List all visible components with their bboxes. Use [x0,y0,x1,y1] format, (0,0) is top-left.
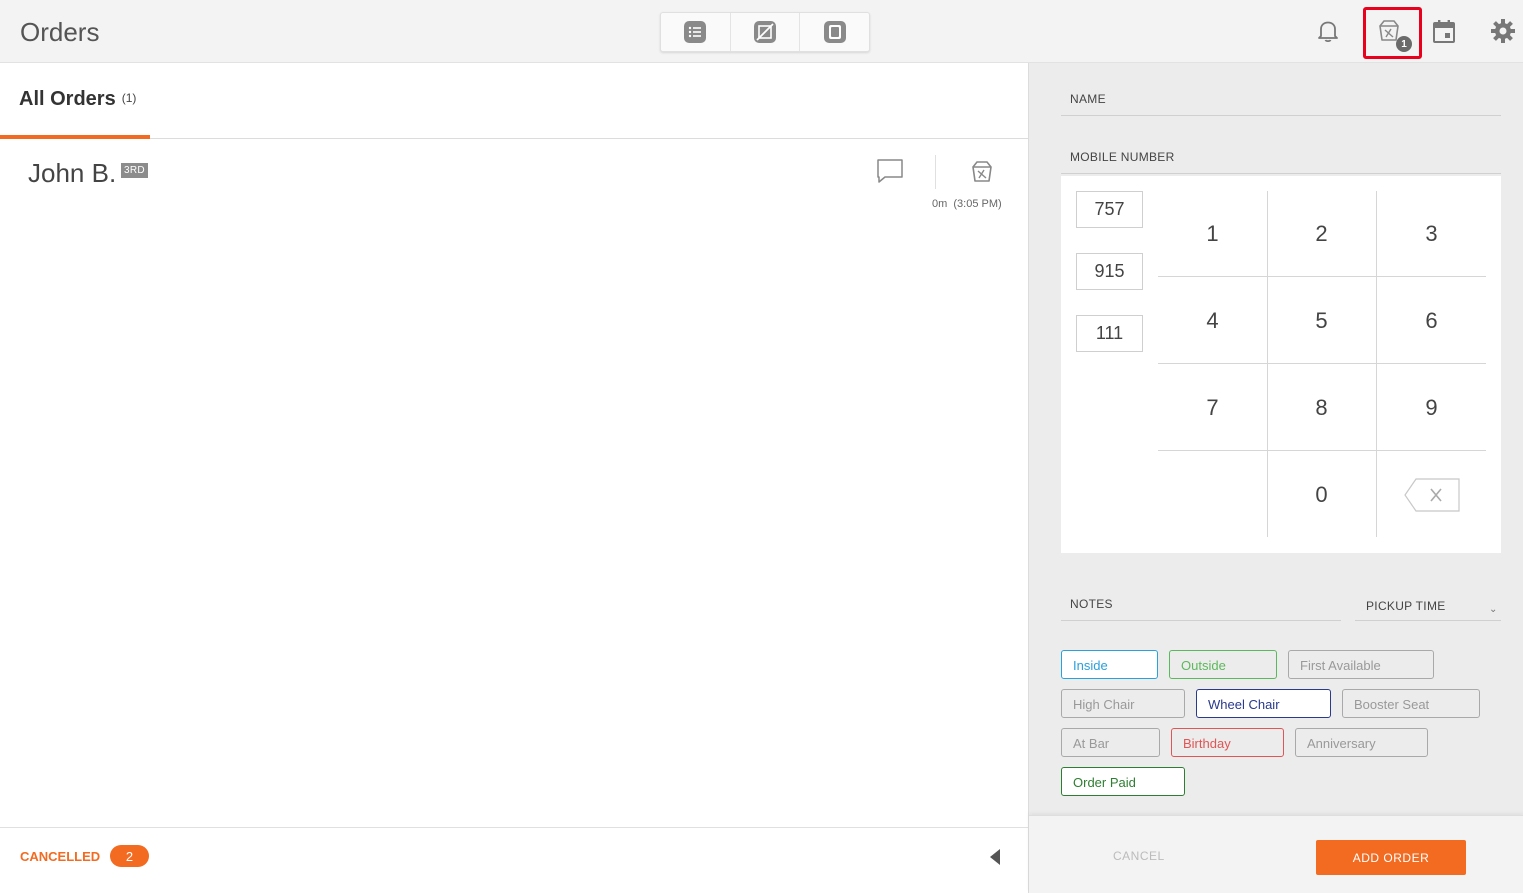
mobile-area-code-field[interactable]: 757 [1076,191,1143,228]
new-order-form: NAME MOBILE NUMBER 757 915 111 1 2 3 4 5… [1028,63,1523,893]
keypad-key-1[interactable]: 1 [1158,190,1267,277]
order-tag-badge: 3RD [121,163,148,178]
settings-button[interactable] [1486,14,1520,48]
notes-label: NOTES [1070,597,1113,611]
keypad-key-9[interactable]: 9 [1377,364,1486,451]
keypad-key-4[interactable]: 4 [1158,277,1267,364]
tab-all-orders-count: (1) [121,91,137,105]
mobile-prefix-field[interactable]: 915 [1076,253,1143,290]
tag-chip-inside[interactable]: Inside [1061,650,1158,679]
order-row[interactable]: John B. 3RD 0m (3:05 PM) [0,140,1028,220]
tag-chip-anniversary[interactable]: Anniversary [1295,728,1428,757]
no-wait-view-button[interactable] [731,13,801,51]
cancel-button[interactable]: CANCEL [1113,849,1165,863]
keypad-key-6[interactable]: 6 [1377,277,1486,364]
list-view-button[interactable] [661,13,731,51]
order-customer-name: John B. [28,158,117,188]
pickup-time-select[interactable] [1355,620,1501,621]
top-bar: Orders 1 [0,0,1523,63]
orders-panel: All Orders (1) John B. 3RD 0m (3:05 PM) C… [0,63,1028,893]
form-footer: CANCEL ADD ORDER [1029,815,1523,893]
tablet-view-button[interactable] [800,13,869,51]
list-view-icon [684,21,707,43]
pickup-bag-icon [972,161,992,182]
backspace-icon [1403,477,1460,512]
pickup-time-label: PICKUP TIME [1366,599,1446,613]
keypad-key-5[interactable]: 5 [1267,277,1376,364]
bell-icon [1318,21,1338,43]
page-title: Orders [20,17,100,47]
row-divider [935,155,936,189]
orders-footer: CANCELLED 2 [0,827,1028,893]
tag-chip-wheel-chair[interactable]: Wheel Chair [1196,689,1331,718]
keypad-key-8[interactable]: 8 [1267,364,1376,451]
tag-chip-order-paid[interactable]: Order Paid [1061,767,1185,796]
tab-all-orders-label: All Orders [19,88,116,110]
cancelled-count-badge[interactable]: 2 [110,845,149,867]
tablet-view-icon [823,21,846,43]
keypad-backspace-key[interactable] [1377,451,1486,538]
add-order-button[interactable]: ADD ORDER [1316,840,1466,875]
calendar-icon [1433,20,1455,43]
keypad-key-0[interactable]: 0 [1267,451,1376,538]
tag-chip-birthday[interactable]: Birthday [1171,728,1284,757]
tag-chip-booster-seat[interactable]: Booster Seat [1342,689,1480,718]
keypad-key-3[interactable]: 3 [1377,190,1486,277]
tag-chip-at-bar[interactable]: At Bar [1061,728,1160,757]
orders-tabs: All Orders (1) [0,63,1028,139]
name-input[interactable] [1061,115,1501,116]
mobile-label: MOBILE NUMBER [1070,150,1175,164]
tab-all-orders[interactable]: All Orders (1) [0,63,150,139]
calendar-button[interactable] [1427,14,1461,48]
notes-input[interactable] [1061,620,1341,621]
keypad-key-2[interactable]: 2 [1267,190,1376,277]
chevron-down-icon[interactable]: ⌄ [1489,604,1497,615]
mobile-underline [1061,173,1501,174]
mobile-line-field[interactable]: 111 [1076,315,1143,352]
pickup-count-badge: 1 [1396,36,1412,52]
cancelled-link[interactable]: CANCELLED [20,849,100,864]
notifications-button[interactable] [1311,14,1345,48]
view-switcher [660,12,870,52]
pickup-orders-button[interactable]: 1 [1372,14,1412,52]
gear-icon [1491,19,1515,43]
no-wait-view-icon [754,21,776,43]
mobile-keypad-card: 757 915 111 1 2 3 4 5 6 7 8 9 0 [1061,176,1501,553]
tag-chip-first-available[interactable]: First Available [1288,650,1434,679]
collapse-panel-arrow-icon[interactable] [990,849,1000,865]
order-time: 0m (3:05 PM) [932,198,1002,210]
tag-chip-outside[interactable]: Outside [1169,650,1277,679]
name-label: NAME [1070,92,1106,106]
keypad-key-7[interactable]: 7 [1158,364,1267,451]
tag-chip-high-chair[interactable]: High Chair [1061,689,1185,718]
message-icon[interactable] [876,158,904,184]
